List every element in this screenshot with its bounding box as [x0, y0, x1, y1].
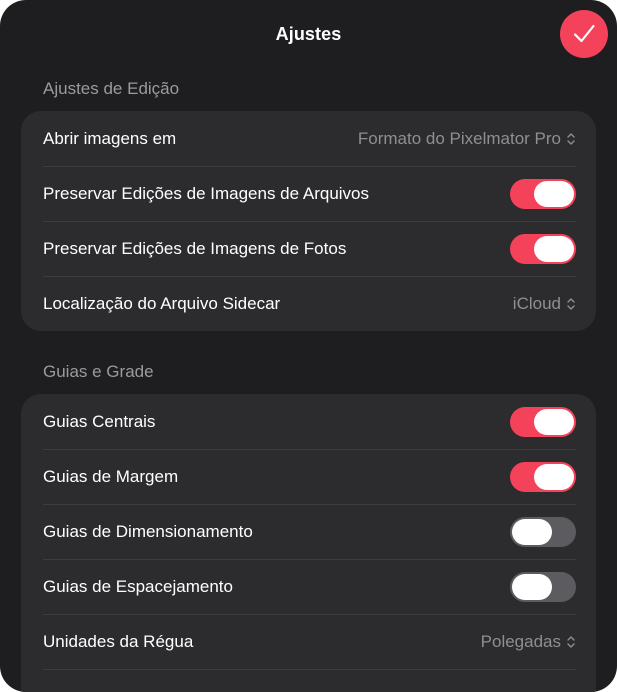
chevron-up-down-icon — [567, 297, 575, 310]
done-button[interactable] — [560, 10, 608, 58]
center-guides-toggle[interactable] — [510, 406, 576, 437]
row-label: Preservar Edições de Imagens de Fotos — [43, 238, 347, 258]
checkmark-icon — [573, 24, 595, 43]
center-guides-row: Guias Centrais — [21, 394, 596, 449]
editing-settings-group: Abrir imagens em Formato do Pixelmator P… — [21, 111, 596, 331]
sidecar-location-select[interactable]: iCloud — [513, 294, 576, 314]
open-images-in-select[interactable]: Formato do Pixelmator Pro — [358, 129, 576, 149]
preserve-file-edits-toggle[interactable] — [510, 178, 576, 209]
row-label: Guias Centrais — [43, 411, 156, 431]
ruler-units-row: Unidades da Régua Polegadas — [21, 614, 596, 669]
section-title-editing: Ajustes de Edição — [43, 79, 180, 98]
section-title-guides: Guias e Grade — [43, 362, 154, 381]
margin-guides-row: Guias de Margem — [21, 449, 596, 504]
header: Ajustes — [0, 0, 617, 70]
guides-settings-group: Guias Centrais Guias de Margem Guias de … — [21, 394, 596, 692]
row-label: Localização do Arquivo Sidecar — [43, 293, 281, 313]
preserve-file-edits-row: Preservar Edições de Imagens de Arquivos — [21, 166, 596, 221]
select-value: Formato do Pixelmator Pro — [357, 128, 561, 148]
dimension-guides-toggle[interactable] — [510, 516, 576, 547]
row-label: Guias de Dimensionamento — [43, 521, 253, 541]
row-label: Guias de Margem — [43, 466, 179, 486]
spacing-guides-row: Guias de Espacejamento — [21, 559, 596, 614]
row-label: Unidades da Régua — [43, 631, 194, 651]
page-title: Ajustes — [275, 24, 342, 44]
toggle-knob — [534, 463, 574, 490]
sidecar-location-row: Localização do Arquivo Sidecar iCloud — [21, 276, 596, 331]
toggle-knob — [534, 235, 574, 262]
toggle-knob — [534, 180, 574, 207]
settings-sheet: Ajustes Ajustes de Edição Abrir imagens … — [0, 0, 617, 692]
preserve-photos-edits-row: Preservar Edições de Imagens de Fotos — [21, 221, 596, 276]
row-label: Abrir imagens em — [43, 128, 177, 148]
select-value: Polegadas — [480, 631, 561, 651]
chevron-up-down-icon — [567, 132, 575, 145]
margin-guides-toggle[interactable] — [510, 461, 576, 492]
open-images-in-row: Abrir imagens em Formato do Pixelmator P… — [21, 111, 596, 166]
row-label: Guias de Espacejamento — [43, 576, 233, 596]
dimension-guides-row: Guias de Dimensionamento — [21, 504, 596, 559]
toggle-knob — [512, 573, 552, 600]
toggle-knob — [512, 518, 552, 545]
ruler-units-select[interactable]: Polegadas — [481, 632, 576, 652]
preserve-photos-edits-toggle[interactable] — [510, 233, 576, 264]
chevron-up-down-icon — [567, 635, 575, 648]
toggle-knob — [534, 408, 574, 435]
select-value: iCloud — [512, 293, 561, 313]
spacing-guides-toggle[interactable] — [510, 571, 576, 602]
next-row-partial — [21, 669, 596, 692]
row-label: Preservar Edições de Imagens de Arquivos — [43, 183, 370, 203]
